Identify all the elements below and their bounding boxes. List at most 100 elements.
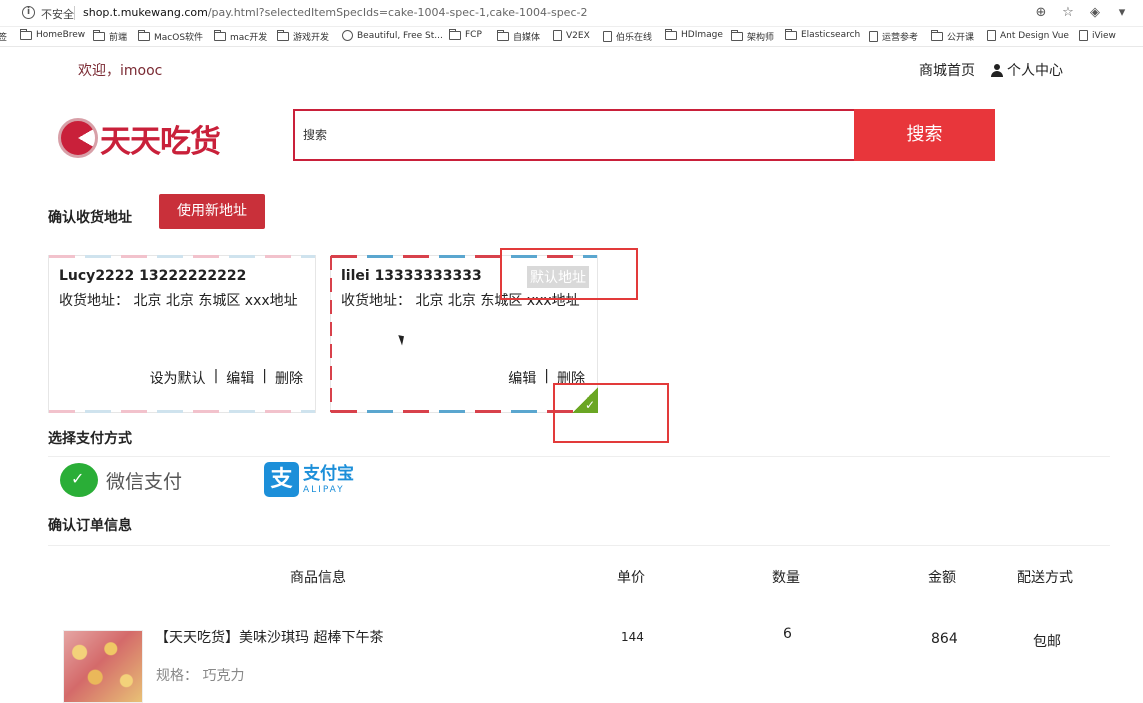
set-default-link[interactable]: 设为默认 <box>150 368 206 388</box>
product-shipping: 包邮 <box>1033 634 1061 650</box>
order-section-title: 确认订单信息 <box>48 518 132 534</box>
search-input[interactable]: 搜索 <box>293 109 854 161</box>
bookmark-item[interactable]: V2EX <box>553 30 590 41</box>
bookmark-item[interactable]: Ant Design Vue <box>987 30 1069 41</box>
url-text[interactable]: shop.t.mukewang.com/pay.html?selectedIte… <box>83 6 587 19</box>
edit-link[interactable]: 编辑 <box>508 368 536 388</box>
search-button[interactable]: 搜索 <box>854 109 995 161</box>
folder-icon <box>20 28 32 40</box>
product-title[interactable]: 【天天吃货】美味沙琪玛 超棒下午茶 <box>155 627 383 647</box>
bookmark-item[interactable]: 公开课 <box>931 30 974 43</box>
bookmark-item[interactable]: HDImage <box>665 28 723 40</box>
delete-link[interactable]: 删除 <box>275 368 303 388</box>
bookmark-item[interactable]: 签 <box>0 30 7 43</box>
bookmark-item[interactable]: FCP <box>449 28 482 40</box>
home-link[interactable]: 商城首页 <box>919 60 975 80</box>
page-icon <box>603 31 612 42</box>
folder-icon <box>665 28 677 40</box>
bookmark-item[interactable]: 游戏开发 <box>277 30 329 43</box>
divider <box>48 456 1110 457</box>
receiver-address: 收货地址： 北京 北京 东城区 xxx地址 <box>59 293 298 309</box>
receiver-name: lilei 13333333333 <box>341 268 482 284</box>
page-icon <box>987 30 996 41</box>
folder-icon <box>731 30 743 41</box>
bookmark-item[interactable]: 自媒体 <box>497 30 540 43</box>
browser-url-bar[interactable]: i 不安全 shop.t.mukewang.com/pay.html?selec… <box>0 0 1143 27</box>
alipay-icon: 支 <box>264 462 299 497</box>
action-divider: | <box>544 368 549 384</box>
alipay-en-label: ALIPAY <box>303 484 345 495</box>
info-icon[interactable]: i <box>22 6 35 19</box>
new-address-button[interactable]: 使用新地址 <box>159 194 265 229</box>
wechat-pay-option[interactable]: 微信支付 <box>60 463 182 497</box>
alipay-cn-label: 支付宝 <box>303 463 354 484</box>
user-center-label: 个人中心 <box>1007 63 1063 79</box>
folder-icon <box>785 28 797 40</box>
bookmark-item[interactable]: 伯乐在线 <box>603 30 652 43</box>
bookmark-item[interactable]: Beautiful, Free St... <box>342 30 443 41</box>
bookmark-item[interactable]: 前端 <box>93 30 127 43</box>
bookmark-item[interactable]: 运营参考 <box>869 30 918 43</box>
product-amount: 864 <box>931 631 958 647</box>
site-logo[interactable]: 天天吃货 <box>58 115 258 161</box>
folder-icon <box>449 28 461 40</box>
folder-icon <box>93 30 105 41</box>
page-icon <box>869 31 878 42</box>
extension-icon[interactable]: ▾ <box>1115 5 1129 20</box>
product-image[interactable] <box>63 630 143 703</box>
folder-icon <box>214 30 226 41</box>
page-icon <box>1079 30 1088 41</box>
logo-text: 天天吃货 <box>100 123 221 160</box>
column-header-product: 商品信息 <box>290 570 346 586</box>
welcome-text: 欢迎，imooc <box>78 63 163 79</box>
folder-icon <box>497 30 509 41</box>
site-icon <box>342 30 353 41</box>
bookmark-item[interactable]: MacOS软件 <box>138 30 203 43</box>
url-divider <box>74 6 75 20</box>
bookmark-item[interactable]: 架构师 <box>731 30 774 43</box>
column-header-shipping: 配送方式 <box>1017 570 1073 586</box>
wechat-icon <box>60 463 98 497</box>
alipay-option[interactable]: 支 支付宝 ALIPAY <box>264 462 354 497</box>
bookmark-item[interactable]: mac开发 <box>214 30 267 43</box>
card-stripe <box>49 255 315 258</box>
edit-link[interactable]: 编辑 <box>226 368 254 388</box>
user-center-link[interactable]: 个人中心 <box>991 60 1063 80</box>
address-section-title: 确认收货地址 <box>48 210 132 226</box>
divider <box>48 545 1110 546</box>
column-header-quantity: 数量 <box>772 570 800 586</box>
product-price: 144 <box>621 630 644 644</box>
user-icon <box>991 63 1003 77</box>
security-label: 不安全 <box>41 8 74 21</box>
alipay-logo-text: 支付宝 ALIPAY <box>303 464 354 496</box>
action-divider: | <box>262 368 267 384</box>
product-quantity: 6 <box>783 626 792 642</box>
star-icon[interactable]: ☆ <box>1061 5 1075 20</box>
top-nav: 商城首页 个人中心 <box>919 60 1063 80</box>
logo-mark <box>58 118 98 158</box>
action-divider: | <box>213 368 219 384</box>
folder-icon <box>277 30 289 41</box>
zoom-icon[interactable]: ⊕ <box>1034 5 1048 20</box>
product-spec: 规格： 巧克力 <box>156 668 245 684</box>
bookmark-item[interactable]: iView <box>1079 30 1116 41</box>
shield-icon[interactable]: ◈ <box>1088 5 1102 20</box>
bookmarks-bar: 签 HomeBrew 前端 MacOS软件 mac开发 游戏开发 Beautif… <box>0 27 1143 47</box>
bookmark-item[interactable]: HomeBrew <box>20 28 85 40</box>
card-stripe <box>49 410 315 413</box>
card-stripe <box>330 256 332 412</box>
annotation-box <box>500 248 638 300</box>
column-header-amount: 金额 <box>928 570 956 586</box>
browser-actions: ⊕ ☆ ◈ ▾ <box>1034 5 1129 20</box>
column-header-price: 单价 <box>617 570 645 586</box>
card-actions: 设为默认 | 编辑 | 删除 <box>150 368 303 388</box>
receiver-name: Lucy2222 13222222222 <box>59 268 247 284</box>
address-card[interactable]: Lucy2222 13222222222 收货地址： 北京 北京 东城区 xxx… <box>48 255 316 413</box>
folder-icon <box>931 30 943 41</box>
bookmark-item[interactable]: Elasticsearch <box>785 28 860 40</box>
search-bar: 搜索 搜索 <box>293 109 995 161</box>
folder-icon <box>138 30 150 41</box>
wechat-pay-label: 微信支付 <box>106 470 183 493</box>
page-icon <box>553 30 562 41</box>
payment-section-title: 选择支付方式 <box>48 431 132 447</box>
